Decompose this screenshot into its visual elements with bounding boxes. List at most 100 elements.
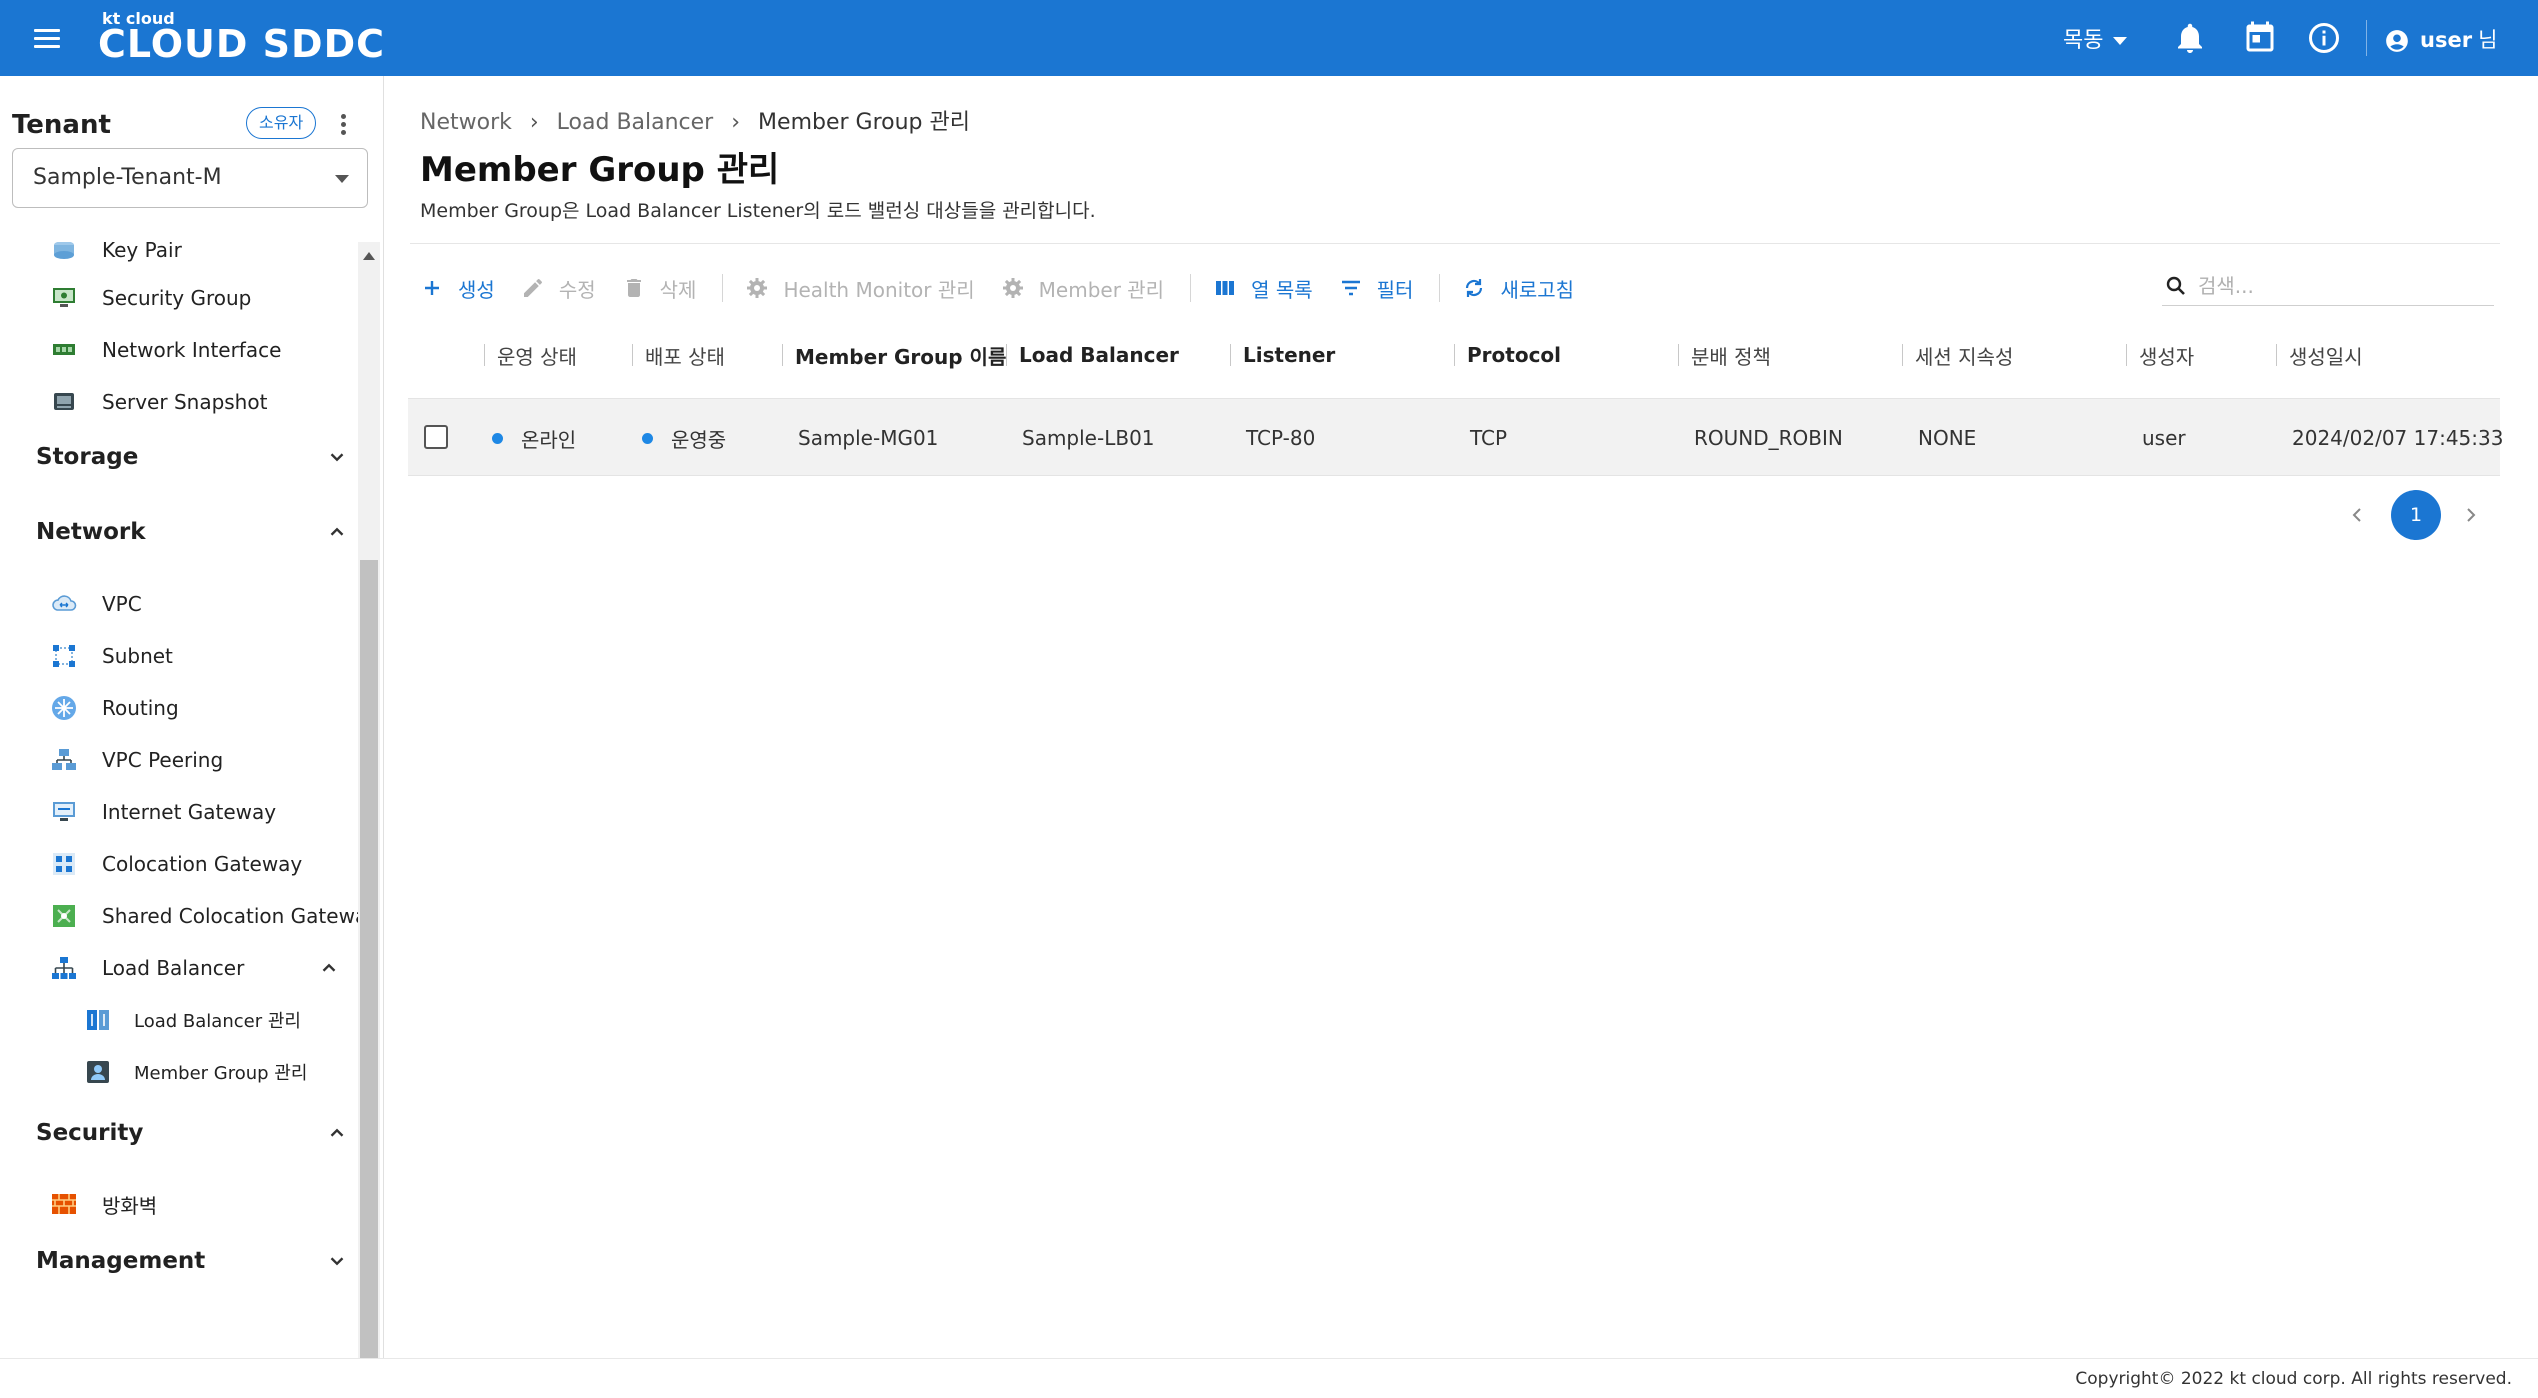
load-balancer-cell: Sample-LB01 [1022,426,1155,450]
member-group-name-cell: Sample-MG01 [798,426,939,450]
column-header[interactable]: Load Balancer [1006,334,1179,376]
column-header[interactable]: Listener [1230,334,1335,376]
health-monitor-button[interactable]: Health Monitor 관리 [745,274,975,303]
sidebar-item-vpc-peering[interactable]: VPC Peering [50,740,350,780]
sidebar-item-security-group[interactable]: Security Group [50,278,350,318]
chevron-up-icon [330,1128,344,1137]
column-header[interactable]: 분배 정책 [1678,334,1771,376]
column-header[interactable]: Member Group 이름 [782,334,1006,376]
scrollbar-thumb[interactable] [360,560,378,1358]
column-header[interactable]: 세션 지속성 [1902,334,2013,376]
menu-icon[interactable] [26,19,66,59]
section-label: Storage [36,444,139,470]
toolbar-separator [722,274,724,302]
search-input[interactable] [2198,273,2478,298]
caret-down-icon [335,175,349,183]
status-dot-icon [642,432,653,444]
sidebar-scrollbar[interactable] [358,242,380,1358]
copyright: Copyright© 2022 kt cloud corp. All right… [2075,1369,2512,1389]
row-checkbox[interactable] [424,425,448,449]
column-header-label: 생성일시 [2289,344,2363,369]
sidebar-item-internet-gateway[interactable]: Internet Gateway [50,792,350,832]
create-button[interactable]: 생성 [420,274,495,303]
protocol-cell: TCP [1470,426,1508,450]
shared-colocation-gateway-icon [53,905,75,927]
info-icon[interactable] [2306,20,2342,56]
created-at-cell: 2024/02/07 17:45:33 [2292,426,2504,450]
breadcrumb-network[interactable]: Network [420,110,512,135]
column-header-label: Protocol [1467,343,1562,367]
column-header-label: Member Group 이름 [795,344,1007,369]
sidebar-item-label: Routing [102,696,179,720]
tenant-select[interactable]: Sample-Tenant-M [12,148,368,208]
sidebar-item-server-snapshot[interactable]: Server Snapshot [50,382,350,422]
member-group-icon [87,1061,109,1083]
refresh-icon [1466,279,1483,297]
breadcrumb-load-balancer[interactable]: Load Balancer [557,110,714,135]
logo[interactable]: CLOUD SDDC [98,24,385,64]
section-label: Security [36,1120,144,1146]
gear-icon [747,278,768,298]
page-button-1[interactable]: 1 [2391,490,2441,540]
section-storage[interactable]: Storage [36,434,348,480]
bell-icon[interactable] [2172,20,2208,56]
sidebar-item-routing[interactable]: Routing [50,688,350,728]
sidebar-item-subnet[interactable]: Subnet [50,636,350,676]
table-row[interactable]: 온라인 운영중 Sample-MG01 Sample-LB01 TCP-80 T… [408,398,2504,476]
column-header[interactable]: 배포 상태 [632,334,725,376]
section-label: Management [36,1248,206,1274]
edit-button[interactable]: 수정 [521,274,596,303]
region-select[interactable]: 목동 [2063,22,2128,54]
columns-button[interactable]: 열 목록 [1213,274,1313,303]
breadcrumb-separator-icon: › [529,110,539,135]
column-header-label: 생성자 [2139,344,2195,369]
sidebar-item-network-interface[interactable]: Network Interface [50,330,350,370]
refresh-button[interactable]: 새로고침 [1462,274,1574,303]
scroll-up-arrow-icon[interactable] [363,252,375,260]
tenant-title: Tenant [12,110,111,140]
sidebar-item-label: Internet Gateway [102,800,277,824]
divider [410,243,2500,244]
internet-gateway-icon [53,802,75,821]
column-header[interactable]: 생성일시 [2276,334,2363,376]
column-header[interactable]: Protocol [1454,334,1561,376]
sidebar-item-colocation-gateway[interactable]: Colocation Gateway [50,844,350,884]
sidebar-item-key-pair[interactable]: Key Pair [50,242,350,270]
sidebar-item-label: VPC [102,592,142,616]
sidebar-item-member-group[interactable]: Member Group 관리 [84,1054,307,1090]
sidebar-item-label: Load Balancer [102,956,245,980]
vpc-peering-icon [52,749,76,770]
section-network[interactable]: Network [36,509,348,555]
calendar-icon[interactable] [2242,20,2278,56]
sidebar-item-shared-colocation-gateway[interactable]: Shared Colocation Gateway [50,896,358,936]
footer-divider [0,1358,2538,1359]
sidebar-item-load-balancer-manage[interactable]: Load Balancer 관리 [84,1002,301,1038]
sidebar-item-firewall[interactable]: 방화벽 [50,1184,350,1224]
member-manage-label: Member 관리 [1038,277,1165,302]
chevron-right-icon[interactable] [2459,503,2483,527]
toolbar-separator [1439,274,1441,302]
breadcrumb-current: Member Group 관리 [758,110,970,135]
sidebar: Tenant 소유자 Sample-Tenant-M Key Pair Secu… [0,76,384,1358]
chevron-left-icon[interactable] [2345,503,2369,527]
section-security[interactable]: Security [36,1110,348,1156]
user-menu[interactable]: user 님 [2384,24,2497,54]
member-manage-button[interactable]: Member 관리 [1001,274,1164,303]
sidebar-item-vpc[interactable]: VPC [50,584,350,624]
sidebar-item-label: Load Balancer 관리 [134,1011,301,1032]
section-management[interactable]: Management [36,1238,348,1284]
more-vert-icon[interactable] [334,112,354,138]
sidebar-item-label: Network Interface [102,338,282,362]
breadcrumb: Network › Load Balancer › Member Group 관리 [420,104,970,136]
sidebar-item-load-balancer[interactable]: Load Balancer [50,948,340,988]
account-icon [2386,30,2408,52]
filter-button[interactable]: 필터 [1339,274,1413,303]
columns-label: 열 목록 [1251,277,1313,302]
column-header[interactable]: 생성자 [2126,334,2194,376]
vpc-icon [52,595,77,611]
delete-button[interactable]: 삭제 [622,274,696,303]
chevron-up-icon [322,963,336,972]
sidebar-item-label: Server Snapshot [102,390,268,414]
column-header[interactable]: 운영 상태 [484,334,577,376]
security-group-icon [53,288,75,307]
